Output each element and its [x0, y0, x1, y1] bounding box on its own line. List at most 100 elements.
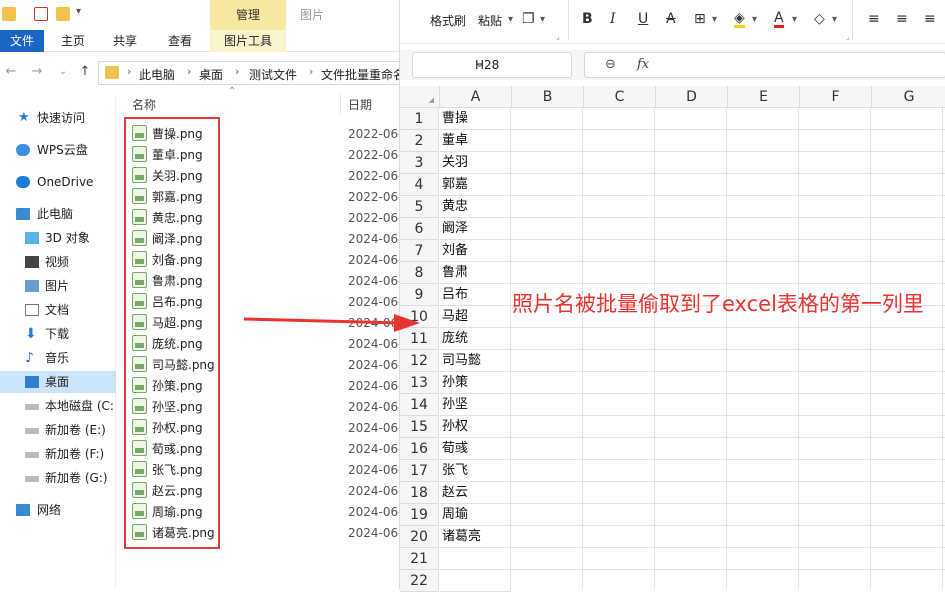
nav-network[interactable]: 网络 [0, 499, 116, 521]
recent-chevron-icon[interactable]: ⌄ [56, 65, 70, 79]
font-color-icon[interactable]: A [774, 11, 784, 28]
copy-dropdown-chevron-icon[interactable]: ▾ [540, 14, 545, 25]
breadcrumb-this-pc[interactable]: 此电脑 [139, 66, 175, 83]
strikethrough-icon[interactable]: A [666, 11, 676, 27]
nav-3d-objects[interactable]: 3D 对象 [0, 227, 116, 249]
row-header[interactable]: 17 [400, 460, 439, 482]
row-header[interactable]: 3 [400, 152, 439, 174]
breadcrumb-test-files[interactable]: 测试文件 [249, 66, 297, 83]
align-left-icon[interactable]: ≡ [868, 11, 880, 27]
clipboard-launcher-icon[interactable]: ⌟ [556, 32, 560, 41]
cell-a[interactable]: 董卓 [440, 130, 511, 152]
column-header-d[interactable]: D [656, 86, 728, 108]
paste-button[interactable]: 粘贴 [478, 12, 502, 29]
cell-a[interactable]: 马超 [440, 306, 511, 328]
row-header[interactable]: 20 [400, 526, 439, 548]
cell-a[interactable]: 荀彧 [440, 438, 511, 460]
align-center-icon[interactable]: ≡ [896, 11, 908, 27]
nav-onedrive[interactable]: OneDrive [0, 171, 116, 193]
cell-a[interactable]: 曹操 [440, 108, 511, 130]
chevron-down-icon[interactable]: ⌄ [475, 57, 565, 70]
row-header[interactable]: 18 [400, 482, 439, 504]
address-bar[interactable]: › 此电脑 › 桌面 › 测试文件 › 文件批量重命名 [98, 61, 400, 85]
row-header[interactable]: 1 [400, 108, 439, 130]
row-header[interactable]: 4 [400, 174, 439, 196]
select-all-corner[interactable]: ◢ [400, 86, 440, 108]
row-header[interactable]: 12 [400, 350, 439, 372]
column-header-b[interactable]: B [512, 86, 584, 108]
cell-a[interactable]: 孙策 [440, 372, 511, 394]
cell-a[interactable]: 郭嘉 [440, 174, 511, 196]
name-box[interactable]: H28 ⌄ [412, 52, 572, 78]
clear-dropdown-chevron-icon[interactable]: ▾ [832, 14, 837, 25]
font-launcher-icon[interactable]: ⌟ [846, 32, 850, 41]
cell-a[interactable]: 张飞 [440, 460, 511, 482]
nav-pictures[interactable]: 图片 [0, 275, 116, 297]
nav-desktop[interactable]: 桌面 [0, 371, 116, 393]
cell-a[interactable]: 刘备 [440, 240, 511, 262]
nav-quick-access[interactable]: ★ 快速访问 [0, 107, 116, 129]
row-header[interactable]: 5 [400, 196, 439, 218]
cell-a[interactable]: 庞统 [440, 328, 511, 350]
row-header[interactable]: 6 [400, 218, 439, 240]
nav-downloads[interactable]: ⬇ 下载 [0, 323, 116, 345]
row-header[interactable]: 9 [400, 284, 439, 306]
fx-icon[interactable]: fx [637, 57, 649, 72]
cell-a[interactable]: 黄忠 [440, 196, 511, 218]
row-header[interactable]: 16 [400, 438, 439, 460]
eraser-icon[interactable]: ◇ [814, 11, 825, 27]
nav-videos[interactable]: 视频 [0, 251, 116, 273]
up-arrow-icon[interactable]: ↑ [78, 65, 92, 79]
row-header[interactable]: 14 [400, 394, 439, 416]
column-header-f[interactable]: F [800, 86, 872, 108]
nav-wps-cloud[interactable]: WPS云盘 [0, 139, 116, 161]
cell-a[interactable]: 诸葛亮 [440, 526, 511, 548]
row-header[interactable]: 21 [400, 548, 439, 570]
nav-drive-e[interactable]: 新加卷 (E:) [0, 419, 116, 441]
cell-a[interactable]: 阚泽 [440, 218, 511, 240]
manage-context-tab[interactable]: 管理 [210, 0, 286, 30]
column-header-g[interactable]: G [872, 86, 945, 108]
forward-arrow-icon[interactable]: → [30, 65, 44, 79]
formula-input[interactable]: ⊖ fx [584, 52, 945, 78]
row-header[interactable]: 8 [400, 262, 439, 284]
customize-qat-icon[interactable]: ▾ [76, 6, 81, 17]
nav-this-pc[interactable]: 此电脑 [0, 203, 116, 225]
nav-drive-c[interactable]: 本地磁盘 (C: [0, 395, 116, 417]
border-icon[interactable]: ⊞ [694, 11, 706, 27]
back-arrow-icon[interactable]: ← [4, 65, 18, 79]
border-dropdown-chevron-icon[interactable]: ▾ [712, 14, 717, 25]
nav-drive-g[interactable]: 新加卷 (G:) [0, 467, 116, 489]
cell-a[interactable]: 孙权 [440, 416, 511, 438]
properties-icon[interactable] [34, 7, 48, 21]
cell-a[interactable]: 孙坚 [440, 394, 511, 416]
cell-a[interactable]: 关羽 [440, 152, 511, 174]
row-header[interactable]: 7 [400, 240, 439, 262]
cell-a[interactable]: 司马懿 [440, 350, 511, 372]
row-header[interactable]: 15 [400, 416, 439, 438]
align-right-icon[interactable]: ≡ [924, 11, 936, 27]
column-header-e[interactable]: E [728, 86, 800, 108]
column-header-a[interactable]: A [440, 86, 512, 108]
row-header[interactable]: 2 [400, 130, 439, 152]
breadcrumb-desktop[interactable]: 桌面 [199, 66, 223, 83]
nav-documents[interactable]: 文档 [0, 299, 116, 321]
italic-icon[interactable]: I [610, 11, 616, 27]
bold-icon[interactable]: B [582, 11, 593, 27]
breadcrumb-batch-rename[interactable]: 文件批量重命名 [321, 66, 399, 83]
cell-a[interactable]: 吕布 [440, 284, 511, 306]
tab-picture-tools[interactable]: 图片工具 [210, 30, 286, 52]
folder-icon[interactable] [2, 7, 16, 21]
column-header-c[interactable]: C [584, 86, 656, 108]
paste-dropdown-chevron-icon[interactable]: ▾ [508, 14, 513, 25]
nav-music[interactable]: ♪ 音乐 [0, 347, 116, 369]
row-header[interactable]: 13 [400, 372, 439, 394]
underline-icon[interactable]: U [638, 11, 648, 27]
column-header-name[interactable]: 名称 [132, 96, 156, 114]
tab-file[interactable]: 文件 [0, 30, 44, 52]
format-painter-button[interactable]: 格式刷 [430, 12, 466, 29]
fill-color-icon[interactable]: ◈ [734, 11, 745, 28]
zoom-icon[interactable]: ⊖ [605, 57, 616, 72]
copy-icon[interactable]: ❐ [522, 11, 535, 27]
font-color-dropdown-chevron-icon[interactable]: ▾ [792, 14, 797, 25]
